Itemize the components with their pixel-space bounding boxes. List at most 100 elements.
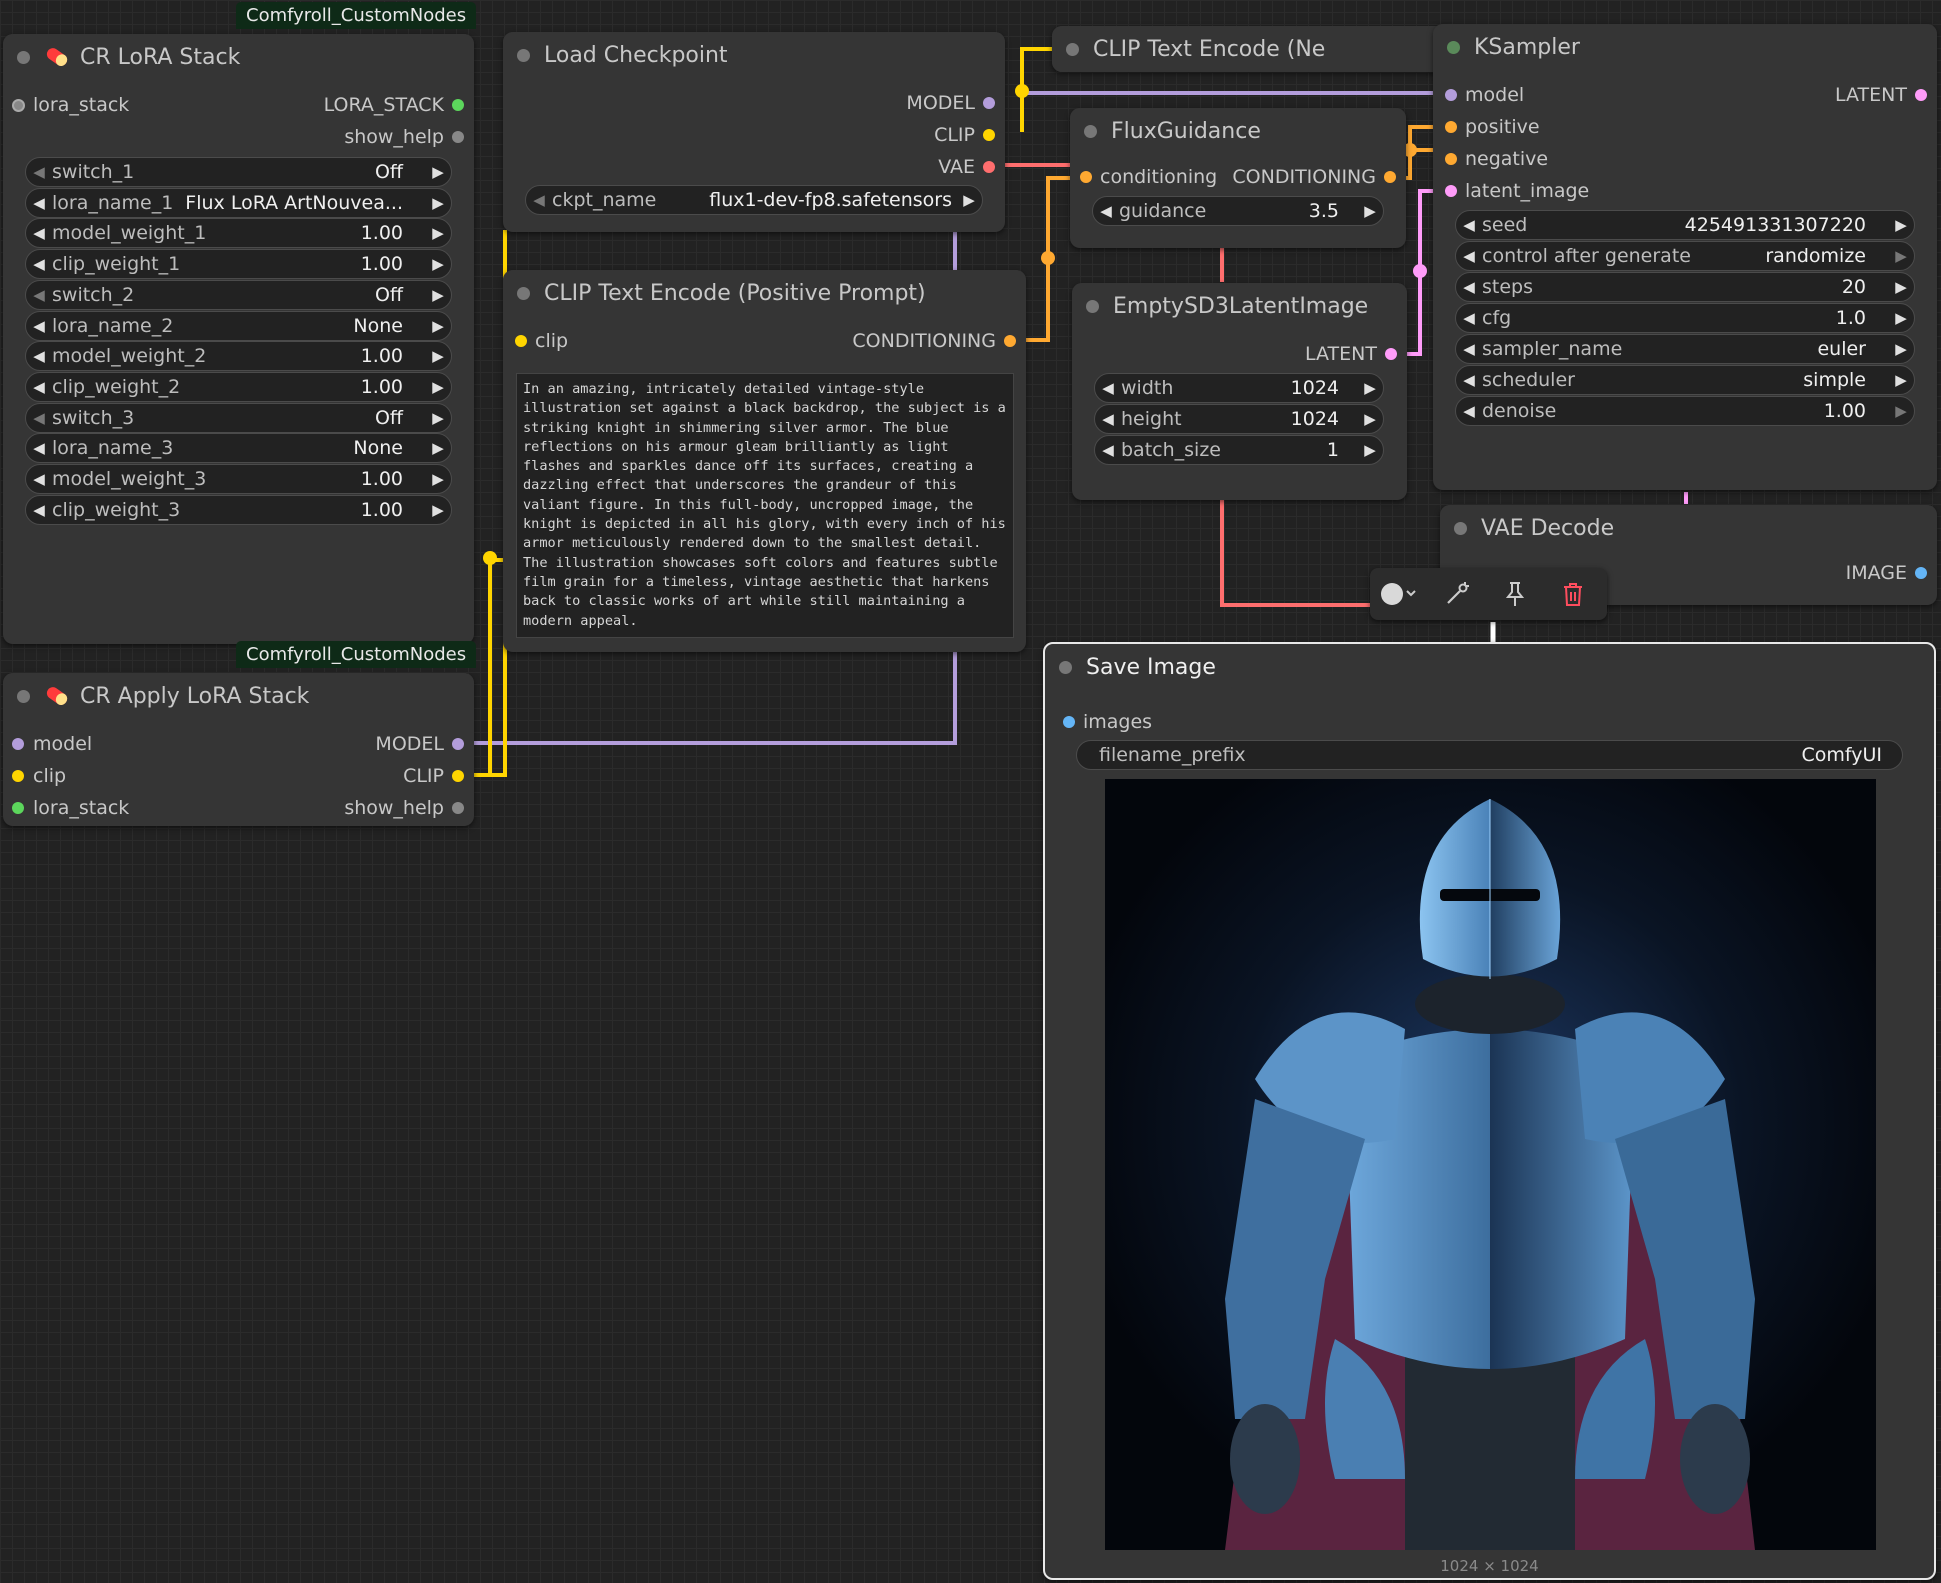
output-show-help[interactable]: show_help [344,126,474,148]
delete-button[interactable] [1544,568,1602,620]
ksampler-6-widget[interactable]: ◀ denoise 1.00 ▶ [1455,396,1915,426]
left-arrow-icon[interactable]: ◀ [1095,441,1121,459]
right-arrow-icon[interactable]: ▶ [425,439,451,457]
filename-prefix-widget[interactable]: filename_prefix ComfyUI [1076,740,1903,770]
node-header[interactable]: CR Apply LoRA Stack [3,673,474,719]
lora-stack-2-widget[interactable]: ◀ model_weight_1 1.00 ▶ [25,218,452,249]
empty-sd3-latent-image-node[interactable]: EmptySD3LatentImage LATENT ◀ width 1024 ▶ ◀ h… [1072,283,1407,500]
left-arrow-icon[interactable]: ◀ [526,191,552,209]
left-arrow-icon[interactable]: ◀ [1456,278,1482,296]
right-arrow-icon[interactable]: ▶ [1888,371,1914,389]
cr-lora-stack-node[interactable]: CR LoRA Stack lora_stack LORA_STACK show… [3,34,474,644]
latent-0-widget[interactable]: ◀ width 1024 ▶ [1094,373,1384,403]
input-lora-stack[interactable]: lora_stack [3,94,129,116]
output-clip[interactable]: CLIP [934,124,1005,146]
right-arrow-icon[interactable]: ▶ [1357,441,1383,459]
input-lora-stack[interactable]: lora_stack [3,797,129,819]
save-image-node[interactable]: Save Image images filename_prefix ComfyU… [1043,642,1936,1580]
node-header[interactable]: KSampler [1433,24,1937,70]
right-arrow-icon[interactable]: ▶ [1888,340,1914,358]
left-arrow-icon[interactable]: ◀ [26,317,52,335]
color-picker-button[interactable] [1370,568,1428,620]
right-arrow-icon[interactable]: ▶ [425,224,451,242]
right-arrow-icon[interactable]: ▶ [1888,247,1914,265]
latent-2-widget[interactable]: ◀ batch_size 1 ▶ [1094,435,1384,465]
ksampler-3-widget[interactable]: ◀ cfg 1.0 ▶ [1455,303,1915,333]
output-vae[interactable]: VAE [938,156,1005,178]
left-arrow-icon[interactable]: ◀ [26,439,52,457]
left-arrow-icon[interactable]: ◀ [1456,402,1482,420]
output-lora-stack[interactable]: LORA_STACK [324,94,474,116]
lora-stack-1-widget[interactable]: ◀ lora_name_1 Flux LoRA ArtNouvea... ▶ [25,187,452,218]
left-arrow-icon[interactable]: ◀ [1093,202,1119,220]
node-header[interactable]: Load Checkpoint [503,32,1005,78]
left-arrow-icon[interactable]: ◀ [26,286,52,304]
clip-text-encode-negative-node[interactable]: CLIP Text Encode (Ne [1052,26,1457,72]
right-arrow-icon[interactable]: ▶ [425,378,451,396]
left-arrow-icon[interactable]: ◀ [26,501,52,519]
collapse-dot-icon[interactable] [517,48,530,62]
collapse-dot-icon[interactable] [17,50,30,64]
right-arrow-icon[interactable]: ▶ [1357,410,1383,428]
output-model[interactable]: MODEL [906,92,1005,114]
lora-stack-10-widget[interactable]: ◀ model_weight_3 1.00 ▶ [25,464,452,494]
ksampler-4-widget[interactable]: ◀ sampler_name euler ▶ [1455,334,1915,364]
lora-stack-3-widget[interactable]: ◀ clip_weight_1 1.00 ▶ [25,249,452,280]
right-arrow-icon[interactable]: ▶ [1357,202,1383,220]
input-clip[interactable]: clip [3,765,66,787]
output-model[interactable]: MODEL [375,733,474,755]
left-arrow-icon[interactable]: ◀ [26,224,52,242]
cr-apply-lora-stack-node[interactable]: CR Apply LoRA Stack model clip lora_stac… [3,673,474,826]
node-header[interactable]: CLIP Text Encode (Ne [1052,26,1457,72]
right-arrow-icon[interactable]: ▶ [956,191,982,209]
ksampler-0-widget[interactable]: ◀ seed 425491331307220 ▶ [1455,210,1915,240]
left-arrow-icon[interactable]: ◀ [1095,379,1121,397]
right-arrow-icon[interactable]: ▶ [425,501,451,519]
node-header[interactable]: CLIP Text Encode (Positive Prompt) [503,270,1026,316]
input-conditioning[interactable]: conditioning [1070,166,1217,188]
output-clip[interactable]: CLIP [403,765,474,787]
right-arrow-icon[interactable]: ▶ [1888,402,1914,420]
input-images[interactable]: images [1045,711,1152,733]
left-arrow-icon[interactable]: ◀ [1095,410,1121,428]
collapse-dot-icon[interactable] [1084,124,1097,138]
left-arrow-icon[interactable]: ◀ [1456,216,1482,234]
left-arrow-icon[interactable]: ◀ [26,347,52,365]
input-clip[interactable]: clip [503,330,568,352]
input-model[interactable]: model [3,733,92,755]
clip-text-encode-positive-node[interactable]: CLIP Text Encode (Positive Prompt) clip … [503,270,1026,652]
right-arrow-icon[interactable]: ▶ [425,317,451,335]
right-arrow-icon[interactable]: ▶ [1888,278,1914,296]
lora-stack-4-widget[interactable]: ◀ switch_2 Off ▶ [25,279,452,310]
right-arrow-icon[interactable]: ▶ [425,255,451,273]
left-arrow-icon[interactable]: ◀ [26,194,52,212]
node-header[interactable]: VAE Decode [1440,505,1937,551]
collapse-dot-icon[interactable] [1066,42,1079,56]
left-arrow-icon[interactable]: ◀ [26,163,52,181]
output-conditioning[interactable]: CONDITIONING [852,330,1026,352]
ksampler-node[interactable]: KSampler model positive negative latent_… [1433,24,1937,490]
left-arrow-icon[interactable]: ◀ [1456,371,1482,389]
left-arrow-icon[interactable]: ◀ [26,409,52,427]
collapse-dot-icon[interactable] [17,689,30,703]
lora-stack-0-widget[interactable]: ◀ switch_1 Off ▶ [25,157,452,187]
latent-1-widget[interactable]: ◀ height 1024 ▶ [1094,404,1384,434]
collapse-dot-icon[interactable] [517,286,530,300]
left-arrow-icon[interactable]: ◀ [26,470,52,488]
lora-stack-6-widget[interactable]: ◀ model_weight_2 1.00 ▶ [25,341,452,372]
collapse-dot-icon[interactable] [1086,299,1099,313]
lora-stack-8-widget[interactable]: ◀ switch_3 Off ▶ [25,402,452,433]
left-arrow-icon[interactable]: ◀ [1456,247,1482,265]
right-arrow-icon[interactable]: ▶ [1357,379,1383,397]
output-conditioning[interactable]: CONDITIONING [1232,166,1406,188]
guidance-widget[interactable]: ◀ guidance 3.5 ▶ [1092,196,1384,226]
lora-stack-7-widget[interactable]: ◀ clip_weight_2 1.00 ▶ [25,371,452,402]
collapse-dot-icon[interactable] [1454,521,1467,535]
lora-stack-11-widget[interactable]: ◀ clip_weight_3 1.00 ▶ [25,494,452,525]
input-model[interactable]: model [1433,84,1524,106]
node-header[interactable]: FluxGuidance [1070,108,1406,154]
lora-stack-5-widget[interactable]: ◀ lora_name_2 None ▶ [25,310,452,341]
pin-button[interactable] [1486,568,1544,620]
right-arrow-icon[interactable]: ▶ [425,347,451,365]
input-positive[interactable]: positive [1433,116,1540,138]
